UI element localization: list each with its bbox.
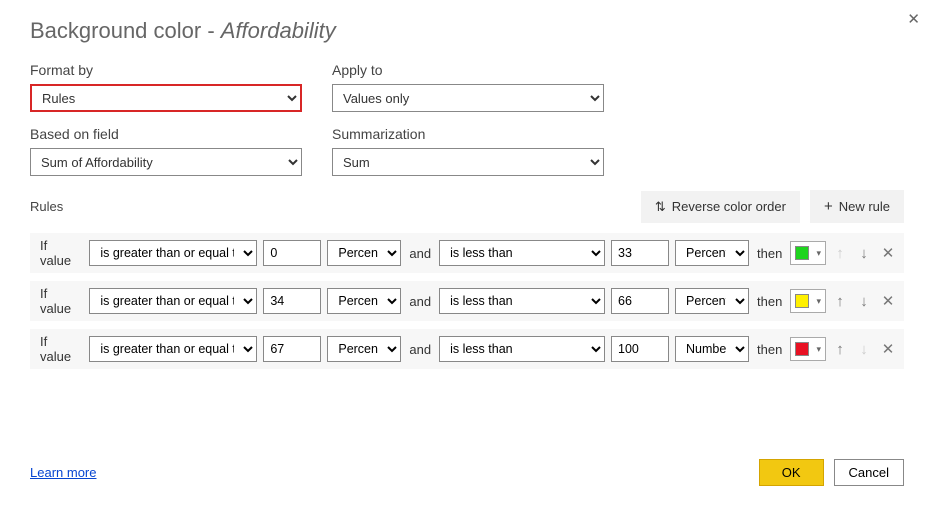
color-picker[interactable]: ▾ <box>790 337 826 361</box>
summarization-label: Summarization <box>332 126 604 142</box>
title-prefix: Background color - <box>30 18 221 43</box>
swap-icon: ⇅ <box>655 199 666 215</box>
reverse-label: Reverse color order <box>672 199 786 214</box>
rule-op2-select[interactable]: is less than <box>439 288 605 314</box>
caret-down-icon: ▾ <box>816 296 821 307</box>
if-value-text: If value <box>38 238 83 268</box>
rule-val1-input[interactable] <box>263 240 321 266</box>
rule-val2-input[interactable] <box>611 336 669 362</box>
delete-rule-icon[interactable]: ✕ <box>880 292 896 310</box>
move-down-icon[interactable]: ↓ <box>856 293 872 310</box>
caret-down-icon: ▾ <box>816 248 821 259</box>
delete-rule-icon[interactable]: ✕ <box>880 340 896 358</box>
format-by-select[interactable]: Rules <box>30 84 302 112</box>
then-text: then <box>755 246 784 261</box>
rule-op1-select[interactable]: is greater than or equal to <box>89 336 257 362</box>
caret-down-icon: ▾ <box>816 344 821 355</box>
cancel-button[interactable]: Cancel <box>834 459 904 486</box>
and-text: and <box>407 294 433 309</box>
new-rule-button[interactable]: + New rule <box>810 190 904 223</box>
based-on-field-label: Based on field <box>30 126 302 142</box>
reverse-color-order-button[interactable]: ⇅ Reverse color order <box>641 191 800 223</box>
learn-more-link[interactable]: Learn more <box>30 465 96 480</box>
color-swatch-icon <box>795 246 809 260</box>
rule-val1-input[interactable] <box>263 288 321 314</box>
rule-val2-input[interactable] <box>611 240 669 266</box>
move-down-icon: ↓ <box>856 341 872 358</box>
based-on-field-select[interactable]: Sum of Affordability <box>30 148 302 176</box>
conditional-formatting-dialog: ✕ Background color - Affordability Forma… <box>0 0 934 506</box>
and-text: and <box>407 342 433 357</box>
new-rule-label: New rule <box>839 199 890 214</box>
rule-row: If valueis greater than or equal to Perce… <box>30 281 904 321</box>
color-swatch-icon <box>795 342 809 356</box>
apply-to-label: Apply to <box>332 62 604 78</box>
rules-list: If valueis greater than or equal toPerce… <box>30 233 904 377</box>
move-up-icon[interactable]: ↑ <box>832 341 848 358</box>
and-text: and <box>407 246 433 261</box>
dialog-title: Background color - Affordability <box>30 18 904 44</box>
title-field: Affordability <box>221 18 336 43</box>
rule-unit1-select[interactable]: Percent <box>327 288 401 314</box>
move-up-icon: ↑ <box>832 245 848 262</box>
rule-op2-select[interactable]: is less than <box>439 240 605 266</box>
rule-op1-select[interactable]: is greater than or equal to <box>89 240 257 266</box>
apply-to-select[interactable]: Values only <box>332 84 604 112</box>
rule-val2-input[interactable] <box>611 288 669 314</box>
rules-label: Rules <box>30 199 63 214</box>
then-text: then <box>755 294 784 309</box>
format-by-label: Format by <box>30 62 302 78</box>
rule-row: If valueis greater than or equal to Perce… <box>30 329 904 369</box>
rule-row: If valueis greater than or equal to Perce… <box>30 233 904 273</box>
move-up-icon[interactable]: ↑ <box>832 293 848 310</box>
rule-unit1-select[interactable]: Percent <box>327 240 401 266</box>
rule-unit1-select[interactable]: Percent <box>327 336 401 362</box>
rule-op2-select[interactable]: is less than <box>439 336 605 362</box>
summarization-select[interactable]: Sum <box>332 148 604 176</box>
color-picker[interactable]: ▾ <box>790 289 826 313</box>
rule-op1-select[interactable]: is greater than or equal to <box>89 288 257 314</box>
if-value-text: If value <box>38 286 83 316</box>
color-picker[interactable]: ▾ <box>790 241 826 265</box>
rule-unit2-select[interactable]: Number <box>675 336 749 362</box>
rule-unit2-select[interactable]: Percent <box>675 240 749 266</box>
if-value-text: If value <box>38 334 83 364</box>
move-down-icon[interactable]: ↓ <box>856 245 872 262</box>
color-swatch-icon <box>795 294 809 308</box>
close-icon[interactable]: ✕ <box>907 10 920 28</box>
delete-rule-icon[interactable]: ✕ <box>880 244 896 262</box>
rule-unit2-select[interactable]: Percent <box>675 288 749 314</box>
plus-icon: + <box>824 198 833 215</box>
then-text: then <box>755 342 784 357</box>
rule-val1-input[interactable] <box>263 336 321 362</box>
ok-button[interactable]: OK <box>759 459 824 486</box>
